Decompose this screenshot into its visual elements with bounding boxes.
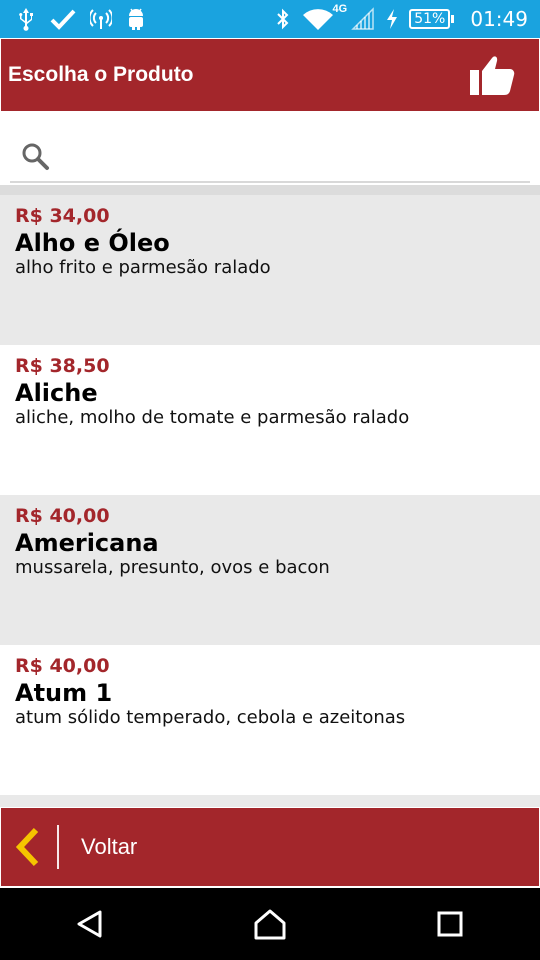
search-icon (22, 143, 49, 170)
bar-divider (57, 825, 59, 869)
search-field[interactable] (10, 131, 530, 183)
status-bar: 4G 51% 01:49 (0, 0, 540, 38)
product-item[interactable]: R$ 38,50 Aliche aliche, molho de tomate … (0, 345, 540, 495)
app-header: Escolha o Produto (1, 39, 539, 111)
product-name: Americana (15, 529, 159, 557)
signal-icon (351, 7, 375, 31)
product-description: alho frito e parmesão ralado (15, 257, 271, 278)
screen: 4G 51% 01:49 Escolha o Produto R$ 34,00 … (0, 0, 540, 960)
thumbs-up-button[interactable] (467, 51, 517, 99)
wireless-icon (90, 7, 112, 31)
search-divider (0, 185, 540, 195)
android-icon (126, 7, 146, 31)
status-time: 01:49 (470, 7, 528, 31)
nav-recents-button[interactable] (420, 894, 480, 954)
product-price: R$ 40,00 (15, 655, 110, 677)
usb-icon (16, 7, 36, 31)
check-icon (50, 7, 76, 31)
bottom-bar: Voltar (1, 808, 539, 886)
bluetooth-icon (275, 7, 291, 31)
product-item[interactable]: R$ 40,00 Atum 1 atum sólido temperado, c… (0, 645, 540, 795)
page-title: Escolha o Produto (8, 63, 194, 86)
product-list[interactable]: R$ 34,00 Alho e Óleo alho frito e parmes… (0, 195, 540, 807)
home-icon (254, 909, 286, 940)
wifi-icon: 4G (301, 3, 347, 31)
battery-percent: 51% (409, 9, 451, 29)
search-area (0, 111, 540, 186)
product-description: mussarela, presunto, ovos e bacon (15, 557, 330, 578)
back-button[interactable] (7, 808, 49, 886)
system-nav-bar (0, 888, 540, 960)
chevron-left-icon (15, 827, 39, 867)
product-price: R$ 38,50 (15, 355, 110, 377)
nav-home-button[interactable] (240, 894, 300, 954)
product-description: aliche, molho de tomate e parmesão ralad… (15, 407, 410, 428)
product-price: R$ 40,00 (15, 505, 110, 527)
network-type: 4G (332, 3, 348, 15)
nav-back-button[interactable] (60, 894, 120, 954)
back-label[interactable]: Voltar (81, 834, 137, 860)
product-price: R$ 34,00 (15, 205, 110, 227)
product-description: atum sólido temperado, cebola e azeitona… (15, 707, 406, 728)
product-name: Alho e Óleo (15, 229, 170, 257)
product-name: Aliche (15, 379, 98, 407)
product-item-partial[interactable] (0, 795, 540, 807)
product-item[interactable]: R$ 40,00 Americana mussarela, presunto, … (0, 495, 540, 645)
search-input[interactable] (50, 136, 530, 176)
battery-indicator: 51% (409, 9, 455, 29)
recents-icon (437, 911, 463, 937)
back-triangle-icon (77, 910, 102, 938)
product-item[interactable]: R$ 34,00 Alho e Óleo alho frito e parmes… (0, 195, 540, 345)
product-name: Atum 1 (15, 679, 113, 707)
charging-icon (385, 7, 399, 31)
thumbs-up-icon (470, 56, 515, 95)
